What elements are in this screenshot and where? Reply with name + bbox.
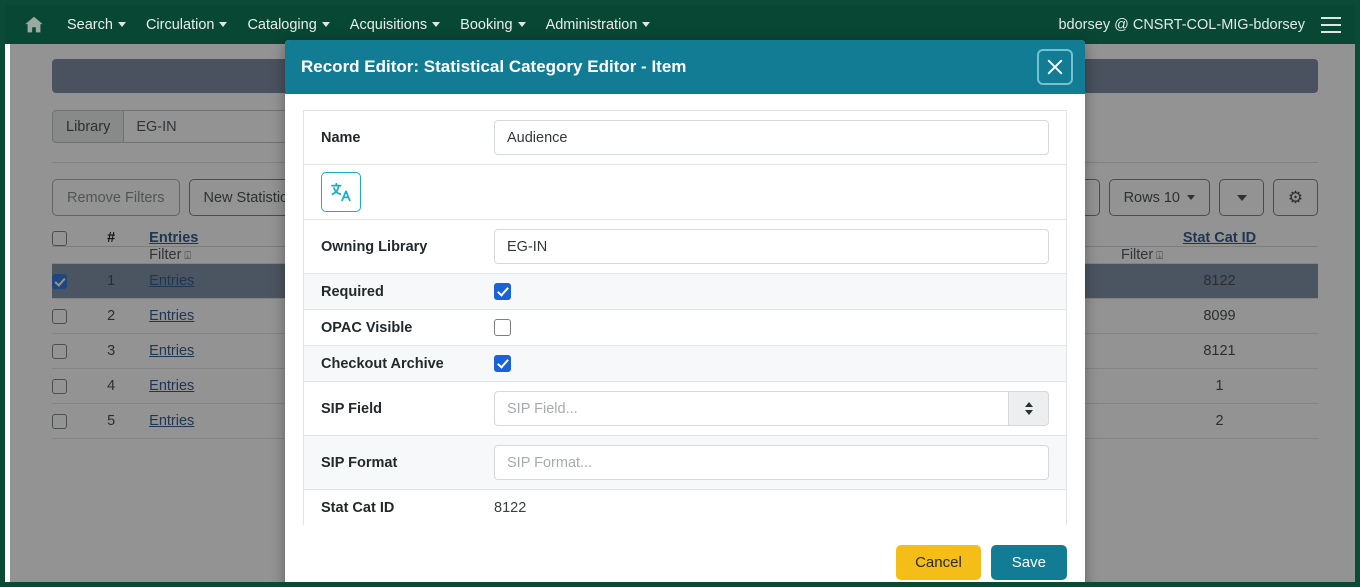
close-button[interactable] [1037,49,1073,85]
name-input[interactable] [494,120,1049,155]
translate-spacer [494,183,1066,201]
modal-footer: Cancel Save [285,525,1085,582]
stat-cat-id-label: Stat Cat ID [321,499,395,516]
field-row-required: Required [304,274,1066,310]
chevron-down-icon [642,22,651,27]
opac-visible-checkbox[interactable] [494,319,511,336]
sip-format-control [494,436,1066,489]
chevron-down-icon [1024,410,1033,415]
nav-circulation[interactable]: Circulation [146,17,228,33]
name-label: Name [321,129,361,146]
nav-administration-label: Administration [545,16,638,33]
app-root: Search Circulation Cataloging Acquisitio… [0,0,1360,587]
nav-cataloging-label: Cataloging [247,16,317,33]
chevron-down-icon [219,22,228,27]
required-checkbox[interactable] [494,283,511,300]
field-row-sip-field: SIP Field [304,382,1066,436]
save-button[interactable]: Save [990,545,1067,580]
close-icon [1047,59,1063,75]
required-control [494,274,1066,309]
modal-title: Record Editor: Statistical Category Edit… [301,57,687,76]
nav-search[interactable]: Search [67,17,126,33]
field-row-translate [304,165,1066,220]
name-control [494,111,1066,164]
nav-circulation-label: Circulation [145,16,215,33]
nav-acquisitions[interactable]: Acquisitions [349,16,441,33]
chevron-down-icon [117,22,126,27]
record-editor-modal: Record Editor: Statistical Category Edit… [285,40,1085,582]
field-row-name: Name [304,111,1066,165]
sip-format-label: SIP Format [321,454,398,471]
field-row-stat-cat-id: Stat Cat ID 8122 [304,490,1066,525]
nav-cataloging[interactable]: Cataloging [247,16,330,33]
sip-field-stepper[interactable] [1008,391,1049,426]
opac-visible-label: OPAC Visible [321,319,413,336]
chevron-up-icon [1024,402,1033,407]
record-form: Name Audience Owning Library EG-IN Requi… [303,110,1067,525]
opac-visible-control [494,310,1066,345]
owning-library-control [494,220,1066,273]
checkout-archive-control [494,346,1066,381]
translate-cell [304,165,494,219]
sip-field-input[interactable] [494,391,1009,426]
field-row-opac-visible: OPAC Visible [304,310,1066,346]
stat-cat-id-value: 8122 [494,499,527,516]
chevron-down-icon [432,22,441,27]
cancel-button[interactable]: Cancel [896,545,981,580]
chevron-down-icon [517,22,526,27]
sip-field-label: SIP Field [321,400,382,417]
hamburger-menu-icon[interactable] [1321,16,1341,33]
modal-body: Name Audience Owning Library EG-IN Requi… [285,94,1085,525]
sip-field-control [494,382,1066,435]
translate-icon [331,182,351,202]
chevron-down-icon [321,22,330,27]
field-row-sip-format: SIP Format [304,436,1066,490]
nav-booking[interactable]: Booking [460,16,526,33]
field-row-owning-library: Owning Library [304,220,1066,274]
nav-search-label: Search [67,16,113,33]
required-label: Required [321,283,384,300]
stat-cat-id-control: 8122 [494,491,1066,525]
nav-acquisitions-label: Acquisitions [349,16,428,33]
nav-administration[interactable]: Administration [546,17,651,33]
modal-header: Record Editor: Statistical Category Edit… [285,40,1085,94]
field-row-checkout-archive: Checkout Archive [304,346,1066,382]
translate-button[interactable] [321,172,361,212]
sip-format-input[interactable] [494,445,1049,480]
owning-library-input[interactable] [494,229,1049,264]
owning-library-label: Owning Library [321,238,428,255]
user-account-label[interactable]: bdorsey @ CNSRT-COL-MIG-bdorsey [1058,17,1305,33]
checkout-archive-label: Checkout Archive [321,355,444,372]
sip-field-combobox [494,391,1049,426]
home-icon[interactable] [23,14,45,36]
top-navbar: Search Circulation Cataloging Acquisitio… [5,5,1355,44]
checkout-archive-checkbox[interactable] [494,355,511,372]
nav-booking-label: Booking [460,16,513,33]
